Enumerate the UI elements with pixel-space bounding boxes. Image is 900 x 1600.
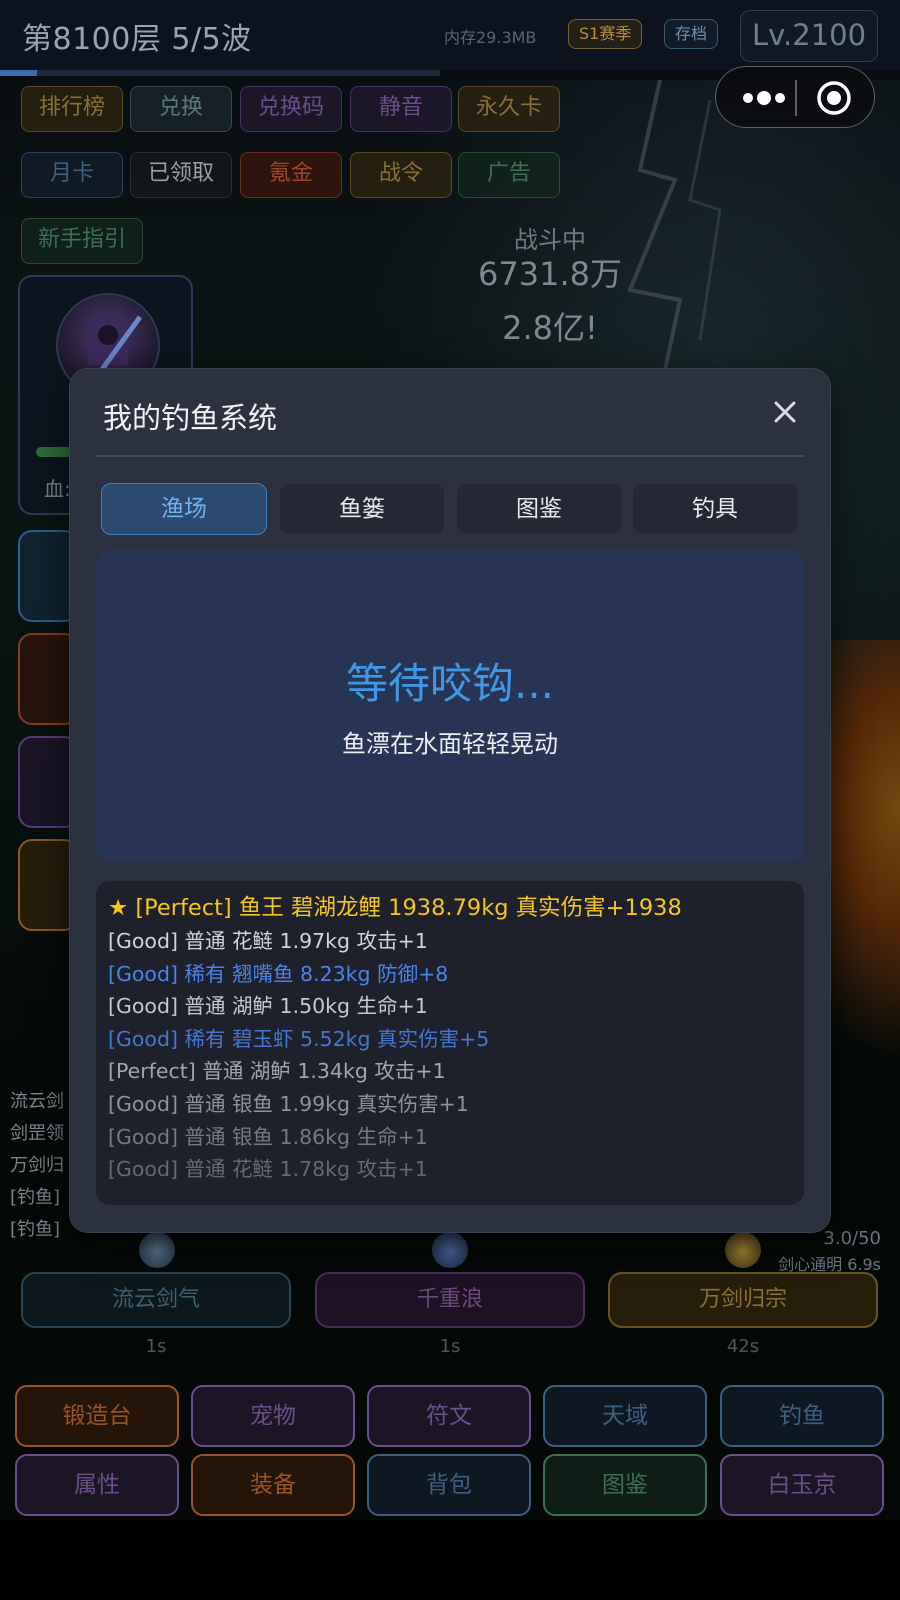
battle-log-line: 万剑归	[10, 1155, 64, 1176]
skill-button-liuyun[interactable]: 流云剑气	[21, 1272, 291, 1328]
side-slot-3[interactable]	[18, 736, 78, 828]
side-slot-4[interactable]	[18, 839, 78, 931]
nav-fishing[interactable]: 钓鱼	[720, 1385, 884, 1447]
hero-hp-label: 血:	[44, 477, 71, 501]
more-icon[interactable]	[738, 84, 790, 112]
pond-subtitle: 鱼漂在水面轻轻晃动	[342, 730, 558, 758]
catch-log-entry: [Perfect] 普通 湖鲈 1.34kg 攻击+1	[108, 1059, 446, 1084]
battle-damage-readout: 战斗中 6731.8万 2.8亿!	[420, 220, 680, 349]
nav-attributes[interactable]: 属性	[15, 1454, 179, 1516]
catch-log-entry: [Good] 普通 湖鲈 1.50kg 生命+1	[108, 994, 428, 1019]
wave-icon	[432, 1232, 468, 1268]
catch-log: ★ [Perfect] 鱼王 碧湖龙鲤 1938.79kg 真实伤害+1938 […	[96, 881, 804, 1205]
claimed-button[interactable]: 已领取	[130, 152, 232, 198]
battle-log-line: [钓鱼]	[10, 1187, 61, 1208]
memory-usage: 内存29.3MB	[444, 28, 537, 47]
newbie-guide-button[interactable]: 新手指引	[21, 218, 143, 264]
mute-button[interactable]: 静音	[350, 86, 452, 132]
close-miniprogram-icon[interactable]	[816, 80, 852, 116]
catch-log-entry: ★ [Perfect] 鱼王 碧湖龙鲤 1938.79kg 真实伤害+1938	[108, 895, 682, 921]
skill-button-qianchonglang[interactable]: 千重浪	[315, 1272, 585, 1328]
skill-cooldown: 1s	[439, 1336, 461, 1357]
side-slot-2[interactable]	[18, 633, 78, 725]
recharge-button[interactable]: 氪金	[240, 152, 342, 198]
nav-pet[interactable]: 宠物	[191, 1385, 355, 1447]
catch-log-entry: [Good] 普通 花鲢 1.97kg 攻击+1	[108, 929, 428, 953]
battle-log-left: 流云剑 剑罡领 万剑归 [钓鱼] [钓鱼]	[10, 1086, 64, 1246]
nav-rune[interactable]: 符文	[367, 1385, 531, 1447]
exchange-button[interactable]: 兑换	[130, 86, 232, 132]
catch-log-entry: [Good] 稀有 翘嘴鱼 8.23kg 防御+8	[108, 961, 449, 986]
top-bar: 第8100层 5/5波 内存29.3MB S1赛季 存档 Lv.2100	[0, 0, 900, 70]
catch-log-entry: [Good] 普通 花鲢 1.78kg 攻击+1	[108, 1157, 428, 1182]
nav-backpack[interactable]: 背包	[367, 1454, 531, 1516]
player-level: Lv.2100	[740, 10, 878, 62]
skill-meta: 3.0/50 剑心通明 6.9s	[776, 1228, 881, 1275]
tab-fishing-ground[interactable]: 渔场	[101, 483, 267, 535]
nav-codex[interactable]: 图鉴	[543, 1454, 707, 1516]
nav-sky-realm[interactable]: 天域	[543, 1385, 707, 1447]
fishing-pond-panel[interactable]: 等待咬钩... 鱼漂在水面轻轻晃动	[96, 550, 804, 862]
catch-log-entry: [Good] 普通 银鱼 1.99kg 真实伤害+1	[108, 1091, 469, 1116]
fishing-modal: 我的钓鱼系统 渔场 鱼篓 图鉴 钓具 等待咬钩... 鱼漂在水面轻轻晃动 ★ […	[70, 369, 830, 1232]
battle-log-line: 剑罡领	[10, 1123, 64, 1144]
modal-title: 我的钓鱼系统	[103, 401, 278, 435]
wave-progress-fill	[0, 70, 38, 76]
capsule-divider	[795, 80, 797, 116]
pond-status: 等待咬钩...	[345, 659, 555, 708]
cloud-sword-icon	[139, 1232, 175, 1268]
nav-baiyujing[interactable]: 白玉京	[720, 1454, 884, 1516]
redeem-code-button[interactable]: 兑换码	[240, 86, 342, 132]
monthly-card-button[interactable]: 月卡	[21, 152, 123, 198]
save-button[interactable]: 存档	[664, 19, 719, 49]
catch-log-entry: [Good] 普通 银鱼 1.86kg 生命+1	[108, 1124, 428, 1149]
close-icon[interactable]	[770, 397, 800, 427]
tab-fishing-gear[interactable]: 钓具	[632, 483, 798, 535]
bottom-safe-area	[0, 1520, 900, 1600]
tab-codex[interactable]: 图鉴	[456, 483, 622, 535]
catch-log-entry: [Good] 稀有 碧玉虾 5.52kg 真实伤害+5	[108, 1026, 490, 1051]
wave-progress-bar	[0, 70, 440, 76]
skill-button-wanjianguizong[interactable]: 万剑归宗	[608, 1272, 878, 1328]
modal-divider	[96, 455, 804, 457]
battle-log-line: [钓鱼]	[10, 1219, 61, 1240]
leaderboard-button[interactable]: 排行榜	[21, 86, 123, 132]
ad-button[interactable]: 广告	[458, 152, 560, 198]
nav-forge[interactable]: 锻造台	[15, 1385, 179, 1447]
skill-cooldown: 42s	[726, 1336, 760, 1357]
battle-pass-button[interactable]: 战令	[350, 152, 452, 198]
damage-value-2: 2.8亿!	[502, 309, 598, 347]
side-slot-1[interactable]	[18, 530, 78, 622]
tab-fish-basket[interactable]: 鱼篓	[279, 483, 445, 535]
season-badge[interactable]: S1赛季	[568, 19, 643, 49]
damage-value-1: 6731.8万	[478, 255, 622, 293]
battle-log-line: 流云剑	[10, 1091, 64, 1112]
miniprogram-capsule	[715, 66, 875, 128]
skill-cooldown: 1s	[145, 1336, 167, 1357]
nav-equipment[interactable]: 装备	[191, 1454, 355, 1516]
swords-icon	[725, 1232, 761, 1268]
floor-wave-label: 第8100层 5/5波	[22, 22, 252, 57]
permanent-card-button[interactable]: 永久卡	[458, 86, 560, 132]
